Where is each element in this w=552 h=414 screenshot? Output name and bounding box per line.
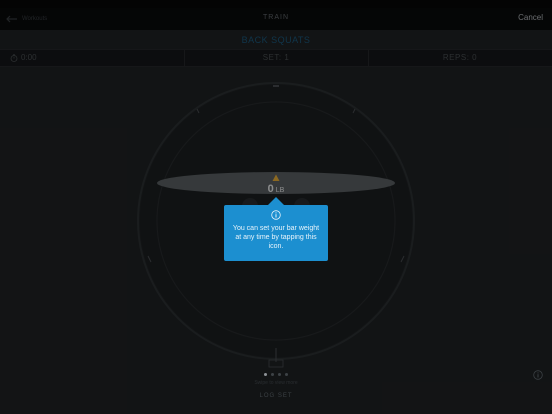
page-indicator[interactable]: [264, 373, 288, 376]
weight-unit: LB: [275, 187, 285, 194]
page-dot: [285, 373, 288, 376]
help-icon[interactable]: [533, 370, 543, 380]
weight-value: 0: [267, 183, 274, 195]
info-icon: [271, 210, 281, 220]
page-dot: [278, 373, 281, 376]
train-screen: Workouts TRAIN Cancel BACK SQUATS 0:00 S…: [0, 0, 552, 414]
log-set-button[interactable]: LOG SET: [0, 393, 552, 399]
tooltip-message: You can set your bar weight at any time …: [232, 225, 320, 250]
bar-weight[interactable]: 0 LB: [246, 179, 306, 197]
page-dot: [264, 373, 267, 376]
bar-weight-tooltip[interactable]: You can set your bar weight at any time …: [224, 205, 328, 261]
page-dot: [271, 373, 274, 376]
swipe-hint: Swipe to view more: [254, 380, 298, 386]
